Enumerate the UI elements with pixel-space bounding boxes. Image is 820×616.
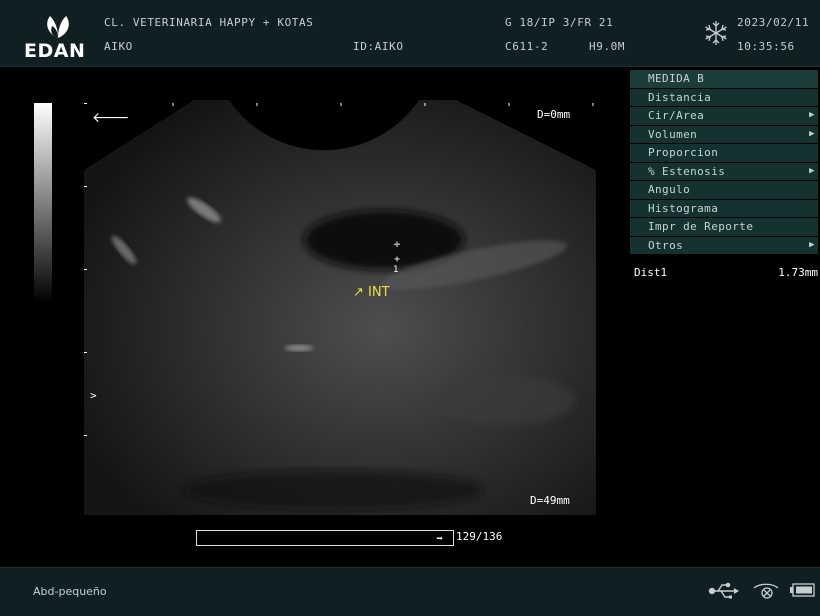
clinic-name: CL. VETERINARIA HAPPY + KOTAS [104,16,314,29]
chevron-right-icon: ▶ [809,165,815,176]
snowflake-icon[interactable] [703,20,729,46]
menu-item-angulo[interactable]: Angulo [630,181,818,199]
annotation-int[interactable]: ↗ INT [353,285,390,300]
caliper-crosshair-icon[interactable]: ✛ [394,239,400,250]
chevron-right-icon: ▶ [809,110,815,120]
annotation-arrow-icon: ↗ [353,285,364,300]
menu-item-label: Volumen [648,127,698,141]
focus-marker-icon: > [90,389,97,402]
menu-item-impr-reporte[interactable]: Impr de Reporte [630,218,818,236]
menu-item-estenosis[interactable]: % Estenosis ▶ [630,162,818,180]
caliper-crosshair-icon[interactable]: + [394,254,400,265]
menu-title: MEDIDA B [630,70,818,88]
ultrasound-image-area[interactable]: 🡐 > D=0mm D=49mm ✛ + 1 ↗ INT ➡ 129/136 [0,67,626,567]
menu-item-label: Histograma [648,201,719,215]
menu-item-label: Cir/Area [648,109,705,122]
imaging-params: G 18/IP 3/FR 21 [505,16,614,29]
exam-time: 10:35:56 [737,40,795,53]
header-bar: EDAN CL. VETERINARIA HAPPY + KOTAS AIKO … [0,0,820,67]
depth-tick [84,352,87,353]
grayscale-bar [34,103,52,303]
usb-icon [708,582,739,599]
menu-item-volumen[interactable]: Volumen ▶ [630,125,818,143]
menu-item-label: Angulo [648,183,691,196]
orientation-arrow-icon: 🡐 [92,110,130,126]
menu-item-label: Otros [648,238,684,252]
depth-tick [84,435,87,436]
measurement-value: 1.73mm [778,266,818,279]
depth-bottom-label: D=49mm [530,494,570,507]
chevron-right-icon: ▶ [809,239,815,250]
cine-play-arrow-icon[interactable]: ➡ [436,532,443,545]
depth-top-label: D=0mm [537,108,571,121]
patient-name: AIKO [104,40,133,53]
probe-frequency: H9.0M [589,40,626,53]
menu-item-otros[interactable]: Otros ▶ [630,236,818,254]
menu-item-distancia[interactable]: Distancia [630,88,818,106]
cine-progress-bar[interactable]: ➡ [196,530,454,546]
battery-icon [790,583,815,597]
footer-bar: Abd-pequeño [0,567,820,616]
menu-item-label: Impr de Reporte [648,220,754,233]
depth-tick [84,186,87,187]
depth-tick [84,269,87,270]
caliper-number: 1 [393,265,399,275]
menu-item-label: Distancia [648,90,712,104]
measure-menu: MEDIDA B Distancia Cir/Area ▶ Volumen ▶ Pr… [630,70,818,255]
measurement-result: Dist1 1.73mm [634,266,818,279]
network-icon [753,583,779,599]
brand-text: EDAN [24,40,86,62]
measurement-name: Dist1 [634,266,668,279]
patient-id: ID:AIKO [353,40,404,53]
depth-tick [84,103,87,104]
cine-frame-counter: 129/136 [456,530,503,543]
menu-item-histograma[interactable]: Histograma [630,199,818,217]
menu-item-label: Proporcion [648,146,719,159]
menu-item-proporcion[interactable]: Proporcion [630,144,818,162]
ultrasound-scan-sector[interactable] [84,100,596,515]
chevron-right-icon: ▶ [809,128,815,139]
exam-preset: Abd-pequeño [33,585,107,598]
menu-item-label: % Estenosis [648,164,726,178]
annotation-text: INT [368,285,390,300]
exam-date: 2023/02/11 [737,16,810,29]
probe-model: C611-2 [505,40,549,53]
menu-item-cir-area[interactable]: Cir/Area ▶ [630,107,818,125]
